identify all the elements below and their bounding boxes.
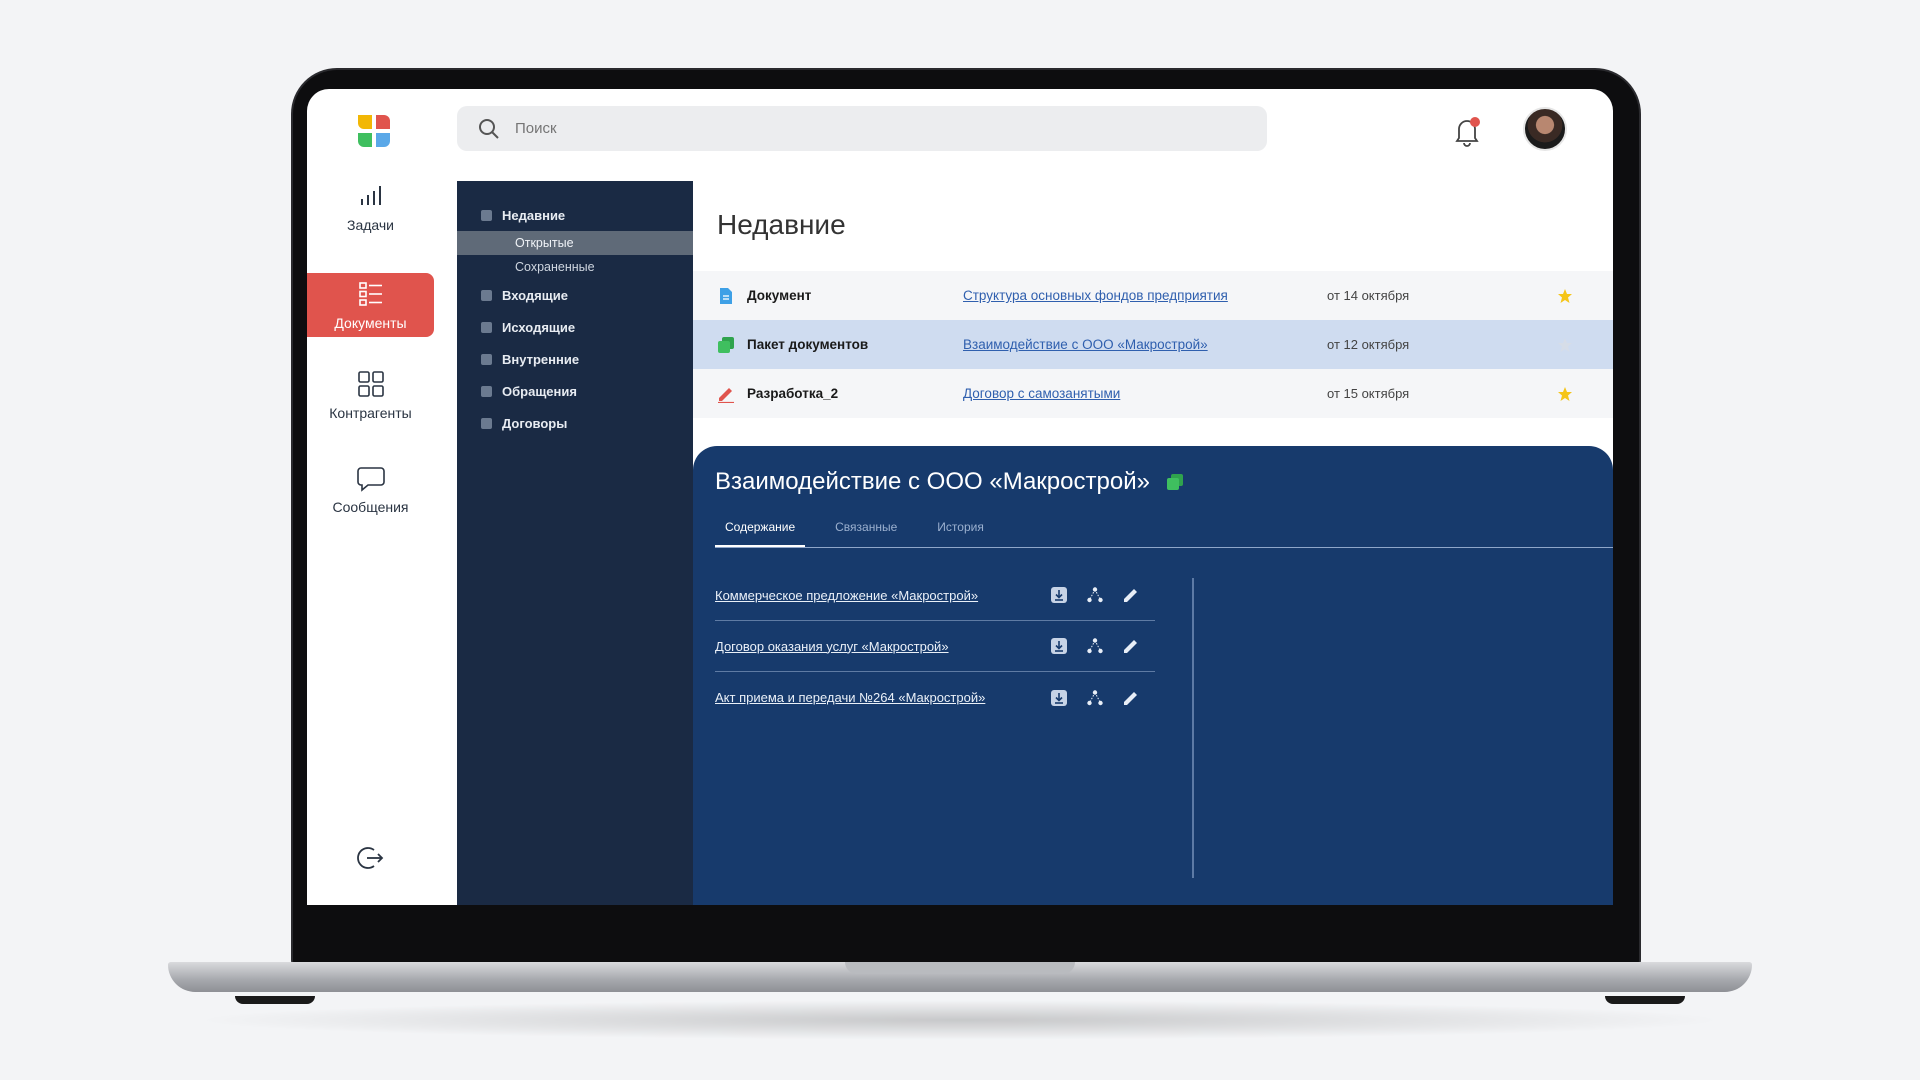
rail-item-label: Контрагенты bbox=[329, 405, 412, 421]
rail-item-label: Документы bbox=[334, 315, 407, 331]
tree-subitem-opened[interactable]: Открытые bbox=[457, 231, 693, 255]
table-row[interactable]: Разработка_2 Договор с самозанятыми от 1… bbox=[693, 369, 1613, 418]
laptop-shadow bbox=[190, 1000, 1730, 1040]
vertical-divider bbox=[1192, 578, 1194, 878]
list-item: Договор оказания услуг «Макрострой» bbox=[715, 621, 1155, 672]
tree-subitem-label: Открытые bbox=[515, 236, 574, 250]
tree-item-recent[interactable]: Недавние bbox=[457, 199, 693, 231]
share-icon[interactable] bbox=[1086, 689, 1104, 707]
expand-icon[interactable] bbox=[481, 417, 492, 429]
rail-item-label: Сообщения bbox=[332, 499, 409, 515]
grid-icon bbox=[357, 371, 384, 397]
download-icon[interactable] bbox=[1050, 586, 1068, 604]
tree-subitem-saved[interactable]: Сохраненные bbox=[457, 255, 693, 279]
row-date: от 15 октября bbox=[1327, 386, 1410, 401]
tree-item-outgoing[interactable]: Исходящие bbox=[457, 311, 693, 343]
tab-related[interactable]: Связанные bbox=[825, 516, 907, 548]
tree-item-contracts[interactable]: Договоры bbox=[457, 407, 693, 439]
detail-panel: Взаимодействие с ООО «Макрострой» Содерж… bbox=[693, 446, 1613, 905]
star-icon[interactable] bbox=[1557, 386, 1573, 402]
tree-item-appeals[interactable]: Обращения bbox=[457, 375, 693, 407]
list-item: Акт приема и передачи №264 «Макрострой» bbox=[715, 672, 1155, 723]
search-input[interactable] bbox=[515, 120, 1215, 137]
tree-item-label: Недавние bbox=[502, 207, 566, 223]
list-item: Коммерческое предложение «Макрострой» bbox=[715, 570, 1155, 621]
document-package-icon bbox=[718, 336, 734, 353]
logout-icon[interactable] bbox=[355, 843, 385, 873]
download-icon[interactable] bbox=[1050, 689, 1068, 707]
detail-title: Взаимодействие с ООО «Макрострой» bbox=[715, 468, 1150, 495]
laptop-notch bbox=[845, 962, 1075, 974]
document-package-icon bbox=[1166, 474, 1183, 490]
tree-item-label: Исходящие bbox=[502, 319, 576, 335]
row-link[interactable]: Договор с самозанятыми bbox=[963, 386, 1120, 401]
detail-title-wrap: Взаимодействие с ООО «Макрострой» bbox=[715, 468, 1184, 496]
edit-icon[interactable] bbox=[1122, 637, 1140, 655]
documents-list-icon bbox=[358, 282, 382, 306]
tab-content[interactable]: Содержание bbox=[715, 516, 806, 548]
rail-item-messages[interactable]: Сообщения bbox=[307, 457, 434, 521]
tree-item-internal[interactable]: Внутренние bbox=[457, 343, 693, 375]
page-title: Недавние bbox=[717, 209, 846, 240]
chart-bars-icon bbox=[360, 186, 381, 205]
row-link[interactable]: Структура основных фондов предприятия bbox=[963, 288, 1228, 303]
edit-icon[interactable] bbox=[1122, 689, 1140, 707]
download-icon[interactable] bbox=[1050, 637, 1068, 655]
tab-history[interactable]: История bbox=[927, 516, 994, 548]
app-screen: Задачи Документы Контрагенты Сообщения bbox=[307, 89, 1613, 905]
row-date: от 12 октября bbox=[1327, 337, 1410, 352]
file-link[interactable]: Договор оказания услуг «Макрострой» bbox=[715, 639, 949, 654]
expand-icon[interactable] bbox=[481, 385, 492, 397]
detail-tabs: Содержание Связанные История bbox=[715, 516, 1014, 548]
star-icon[interactable] bbox=[1557, 337, 1573, 353]
tabs-divider bbox=[715, 547, 1613, 548]
expand-icon[interactable] bbox=[481, 353, 492, 365]
tree-item-incoming[interactable]: Входящие bbox=[457, 279, 693, 311]
table-row-selected[interactable]: Пакет документов Взаимодействие с ООО «М… bbox=[693, 320, 1613, 369]
expand-icon[interactable] bbox=[481, 321, 492, 333]
search-bar[interactable] bbox=[457, 106, 1267, 151]
row-type: Пакет документов bbox=[747, 337, 869, 352]
edit-icon[interactable] bbox=[1122, 586, 1140, 604]
expand-icon[interactable] bbox=[481, 289, 492, 301]
notification-bell-icon[interactable] bbox=[1450, 114, 1484, 148]
collapse-icon[interactable] bbox=[481, 209, 492, 221]
row-date: от 14 октября bbox=[1327, 288, 1410, 303]
star-icon[interactable] bbox=[1557, 288, 1573, 304]
rail-item-label: Задачи bbox=[346, 217, 394, 233]
rail-item-tasks[interactable]: Задачи bbox=[307, 175, 434, 239]
pencil-icon bbox=[718, 387, 734, 403]
app-logo-icon bbox=[358, 115, 390, 147]
row-type: Разработка_2 bbox=[747, 386, 839, 401]
table-row[interactable]: Документ Структура основных фондов предп… bbox=[693, 271, 1613, 320]
rail-item-documents[interactable]: Документы bbox=[307, 273, 434, 337]
folder-tree: Недавние Открытые Сохраненные Входящие И… bbox=[457, 181, 693, 905]
tree-item-label: Входящие bbox=[502, 287, 568, 303]
file-link[interactable]: Коммерческое предложение «Макрострой» bbox=[715, 588, 978, 603]
tree-item-label: Договоры bbox=[502, 415, 568, 431]
share-icon[interactable] bbox=[1086, 586, 1104, 604]
file-list: Коммерческое предложение «Макрострой» До… bbox=[715, 570, 1155, 723]
user-avatar[interactable] bbox=[1523, 107, 1567, 151]
tree-subitem-label: Сохраненные bbox=[515, 260, 595, 274]
laptop-foot-right bbox=[1605, 996, 1685, 1004]
file-link[interactable]: Акт приема и передачи №264 «Макрострой» bbox=[715, 690, 985, 705]
share-icon[interactable] bbox=[1086, 637, 1104, 655]
tree-item-label: Обращения bbox=[502, 383, 577, 399]
document-icon bbox=[720, 287, 732, 304]
rail-item-counterparties[interactable]: Контрагенты bbox=[307, 363, 434, 427]
recent-documents-table: Документ Структура основных фондов предп… bbox=[693, 271, 1613, 418]
tree-item-label: Внутренние bbox=[502, 351, 580, 367]
search-icon bbox=[479, 118, 499, 139]
row-type: Документ bbox=[747, 288, 812, 303]
message-bubble-icon bbox=[356, 467, 385, 492]
row-link[interactable]: Взаимодействие с ООО «Макрострой» bbox=[963, 337, 1208, 352]
laptop-foot-left bbox=[235, 996, 315, 1004]
